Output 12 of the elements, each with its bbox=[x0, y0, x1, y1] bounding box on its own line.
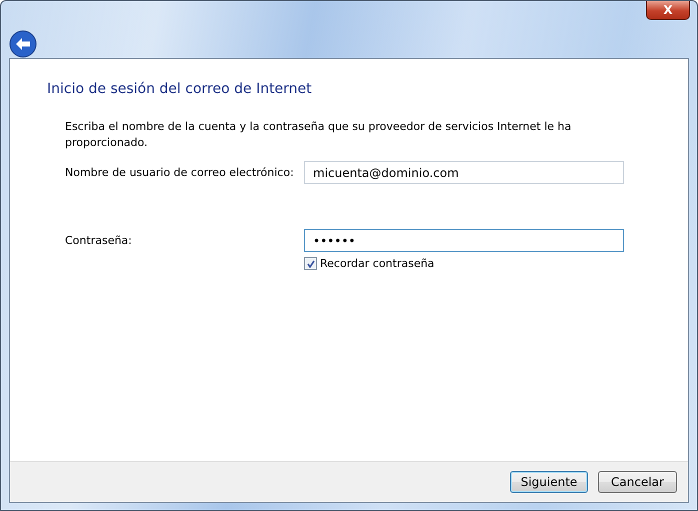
dialog-button[interactable]: Cancelar bbox=[598, 471, 677, 493]
dialog-button[interactable]: Siguiente bbox=[510, 471, 588, 493]
field-label: Contraseña: bbox=[65, 234, 133, 247]
checkbox[interactable] bbox=[304, 257, 317, 270]
field-label: Nombre de usuario de correo electrónico: bbox=[65, 166, 295, 179]
page-heading: Inicio de sesión del correo de Internet bbox=[47, 81, 313, 97]
input-field[interactable]: •••••• bbox=[304, 229, 624, 252]
input-field[interactable]: micuenta@dominio.com bbox=[304, 161, 624, 184]
checkmark-icon bbox=[306, 260, 314, 268]
instructions-text: Escriba el nombre de la cuenta y la contraseña que su proveedor de servicios Internet le ha proporcionado. bbox=[65, 119, 572, 151]
checkbox-label: Recordar contraseña bbox=[320, 257, 434, 270]
close-button[interactable]: X bbox=[646, 1, 690, 20]
